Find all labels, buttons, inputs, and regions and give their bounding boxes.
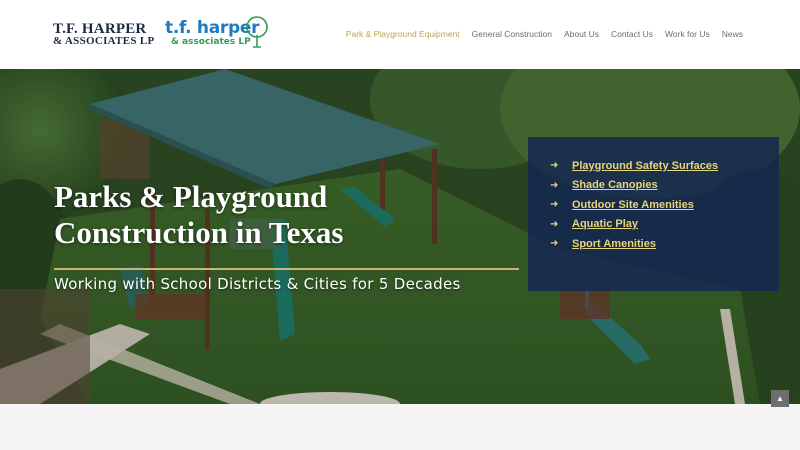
- logo-line-1: T.F. HARPER: [53, 21, 147, 37]
- link-playground-safety-surfaces[interactable]: Playground Safety Surfaces: [572, 160, 718, 172]
- arrow-right-icon: ➜: [550, 238, 559, 250]
- scroll-to-top-button[interactable]: ▲: [771, 390, 789, 407]
- service-link-item: ➜ Sport Amenities: [550, 234, 779, 254]
- nav-news[interactable]: News: [722, 29, 743, 39]
- content-below-hero: [0, 404, 800, 450]
- tf-harper-playground-logo[interactable]: t.f. harper & associates LP: [165, 15, 275, 55]
- tree-icon: [246, 16, 268, 48]
- tf-harper-logo[interactable]: T.F. HARPER & ASSOCIATES LP: [53, 21, 155, 50]
- hero-title: Parks & Playground Construction in Texas: [54, 179, 344, 250]
- hero-divider: [54, 268, 519, 270]
- main-nav: Park & Playground Equipment General Cons…: [346, 29, 743, 39]
- link-sport-amenities[interactable]: Sport Amenities: [572, 238, 656, 250]
- nav-contact-us[interactable]: Contact Us: [611, 29, 653, 39]
- arrow-right-icon: ➜: [550, 160, 559, 172]
- hero-section: Parks & Playground Construction in Texas…: [0, 69, 800, 404]
- arrow-right-icon: ➜: [550, 179, 559, 191]
- hero-subtitle: Working with School Districts & Cities f…: [54, 275, 461, 293]
- arrow-right-icon: ➜: [550, 199, 559, 211]
- service-link-item: ➜ Aquatic Play: [550, 215, 779, 235]
- logo-script-line-2: & associates LP: [171, 37, 251, 47]
- service-links-panel: ➜ Playground Safety Surfaces ➜ Shade Can…: [528, 137, 779, 291]
- service-link-item: ➜ Outdoor Site Amenities: [550, 195, 779, 215]
- nav-park-playground-equipment[interactable]: Park & Playground Equipment: [346, 29, 460, 39]
- arrow-right-icon: ➜: [550, 218, 559, 230]
- service-link-item: ➜ Shade Canopies: [550, 176, 779, 196]
- link-outdoor-site-amenities[interactable]: Outdoor Site Amenities: [572, 199, 694, 211]
- link-shade-canopies[interactable]: Shade Canopies: [572, 179, 658, 191]
- service-link-item: ➜ Playground Safety Surfaces: [550, 156, 779, 176]
- nav-about-us[interactable]: About Us: [564, 29, 599, 39]
- logo-line-2: & ASSOCIATES LP: [53, 35, 155, 47]
- nav-general-construction[interactable]: General Construction: [472, 29, 552, 39]
- link-aquatic-play[interactable]: Aquatic Play: [572, 218, 638, 230]
- site-header: T.F. HARPER & ASSOCIATES LP t.f. harper …: [0, 0, 800, 69]
- nav-work-for-us[interactable]: Work for Us: [665, 29, 710, 39]
